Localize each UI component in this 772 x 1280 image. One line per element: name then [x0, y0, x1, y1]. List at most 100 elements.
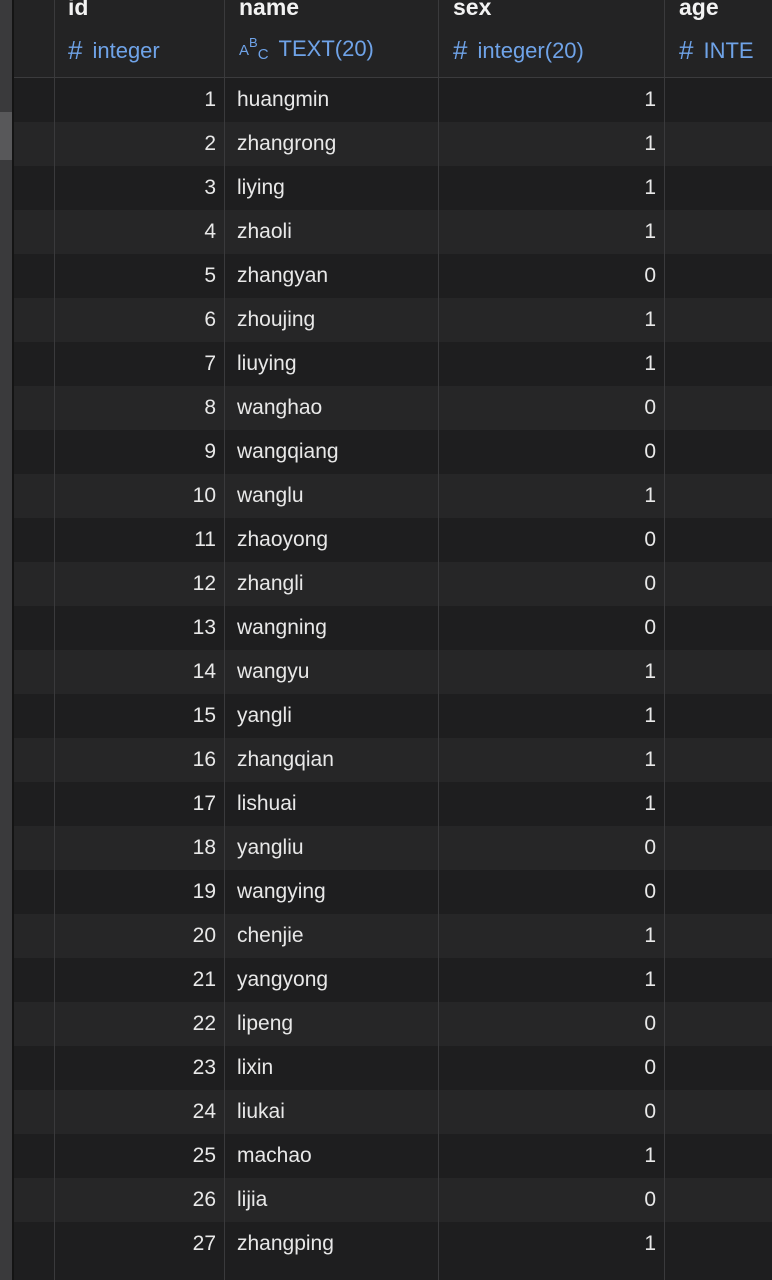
cell-id[interactable]: 18: [55, 826, 216, 870]
cell-age[interactable]: [665, 914, 772, 958]
cell-age[interactable]: [665, 298, 772, 342]
row-gutter[interactable]: [14, 606, 54, 650]
row-gutter[interactable]: [14, 870, 54, 914]
cell-name[interactable]: zhangping: [237, 1222, 436, 1266]
cell-sex[interactable]: 0: [439, 1090, 656, 1134]
cell-age[interactable]: [665, 1178, 772, 1222]
cell-name[interactable]: lishuai: [237, 782, 436, 826]
column-header-name[interactable]: name ABC TEXT(20): [225, 0, 438, 77]
cell-id[interactable]: 10: [55, 474, 216, 518]
cell-age[interactable]: [665, 210, 772, 254]
table-row[interactable]: 16 zhangqian 1: [14, 738, 772, 782]
table-row[interactable]: 25 machao 1: [14, 1134, 772, 1178]
table-row[interactable]: 9 wangqiang 0: [14, 430, 772, 474]
cell-age[interactable]: [665, 650, 772, 694]
cell-age[interactable]: [665, 1090, 772, 1134]
cell-age[interactable]: [665, 1222, 772, 1266]
row-gutter[interactable]: [14, 210, 54, 254]
table-row[interactable]: 10 wanglu 1: [14, 474, 772, 518]
row-gutter[interactable]: [14, 782, 54, 826]
cell-name[interactable]: yangyong: [237, 958, 436, 1002]
cell-sex[interactable]: 1: [439, 122, 656, 166]
cell-age[interactable]: [665, 78, 772, 122]
table-row[interactable]: 8 wanghao 0: [14, 386, 772, 430]
table-row[interactable]: 14 wangyu 1: [14, 650, 772, 694]
cell-age[interactable]: [665, 430, 772, 474]
table-row[interactable]: 19 wangying 0: [14, 870, 772, 914]
cell-sex[interactable]: 1: [439, 78, 656, 122]
table-row[interactable]: 5 zhangyan 0: [14, 254, 772, 298]
row-gutter[interactable]: [14, 430, 54, 474]
column-header-sex[interactable]: sex # integer(20): [439, 0, 664, 77]
cell-age[interactable]: [665, 606, 772, 650]
cell-sex[interactable]: 1: [439, 166, 656, 210]
cell-age[interactable]: [665, 782, 772, 826]
column-header-age[interactable]: age # INTE: [665, 0, 772, 77]
table-row[interactable]: 27 zhangping 1: [14, 1222, 772, 1266]
cell-id[interactable]: 2: [55, 122, 216, 166]
table-row[interactable]: 23 lixin 0: [14, 1046, 772, 1090]
cell-age[interactable]: [665, 694, 772, 738]
cell-sex[interactable]: 0: [439, 562, 656, 606]
cell-id[interactable]: 27: [55, 1222, 216, 1266]
row-gutter[interactable]: [14, 474, 54, 518]
cell-name[interactable]: yangliu: [237, 826, 436, 870]
cell-name[interactable]: zhaoli: [237, 210, 436, 254]
cell-age[interactable]: [665, 870, 772, 914]
cell-age[interactable]: [665, 342, 772, 386]
cell-sex[interactable]: 1: [439, 782, 656, 826]
cell-name[interactable]: chenjie: [237, 914, 436, 958]
cell-sex[interactable]: 0: [439, 1178, 656, 1222]
cell-id[interactable]: 13: [55, 606, 216, 650]
cell-age[interactable]: [665, 166, 772, 210]
row-gutter[interactable]: [14, 1134, 54, 1178]
cell-id[interactable]: 12: [55, 562, 216, 606]
cell-name[interactable]: wanghao: [237, 386, 436, 430]
cell-id[interactable]: 19: [55, 870, 216, 914]
cell-name[interactable]: machao: [237, 1134, 436, 1178]
cell-sex[interactable]: 0: [439, 254, 656, 298]
column-divider[interactable]: [224, 0, 225, 1280]
table-row[interactable]: 3 liying 1: [14, 166, 772, 210]
cell-sex[interactable]: 1: [439, 1222, 656, 1266]
cell-sex[interactable]: 1: [439, 1134, 656, 1178]
cell-sex[interactable]: 1: [439, 914, 656, 958]
cell-sex[interactable]: 0: [439, 606, 656, 650]
row-gutter[interactable]: [14, 342, 54, 386]
table-row[interactable]: 22 lipeng 0: [14, 1002, 772, 1046]
cell-id[interactable]: 8: [55, 386, 216, 430]
cell-age[interactable]: [665, 562, 772, 606]
cell-sex[interactable]: 0: [439, 1046, 656, 1090]
cell-name[interactable]: liying: [237, 166, 436, 210]
cell-id[interactable]: 11: [55, 518, 216, 562]
cell-name[interactable]: zhaoyong: [237, 518, 436, 562]
cell-age[interactable]: [665, 518, 772, 562]
cell-name[interactable]: lipeng: [237, 1002, 436, 1046]
row-gutter[interactable]: [14, 914, 54, 958]
table-row[interactable]: 2 zhangrong 1: [14, 122, 772, 166]
cell-sex[interactable]: 0: [439, 1002, 656, 1046]
cell-name[interactable]: lixin: [237, 1046, 436, 1090]
cell-sex[interactable]: 1: [439, 694, 656, 738]
table-row[interactable]: 17 lishuai 1: [14, 782, 772, 826]
table-row[interactable]: 20 chenjie 1: [14, 914, 772, 958]
cell-name[interactable]: wangying: [237, 870, 436, 914]
cell-name[interactable]: zhangyan: [237, 254, 436, 298]
cell-sex[interactable]: 0: [439, 870, 656, 914]
row-gutter[interactable]: [14, 650, 54, 694]
cell-age[interactable]: [665, 254, 772, 298]
row-gutter[interactable]: [14, 826, 54, 870]
cell-id[interactable]: 6: [55, 298, 216, 342]
cell-name[interactable]: zhangli: [237, 562, 436, 606]
table-row[interactable]: 1 huangmin 1: [14, 78, 772, 122]
cell-id[interactable]: 16: [55, 738, 216, 782]
cell-age[interactable]: [665, 1002, 772, 1046]
cell-name[interactable]: wangyu: [237, 650, 436, 694]
cell-id[interactable]: 25: [55, 1134, 216, 1178]
table-row[interactable]: 12 zhangli 0: [14, 562, 772, 606]
cell-id[interactable]: 23: [55, 1046, 216, 1090]
cell-sex[interactable]: 0: [439, 386, 656, 430]
cell-name[interactable]: wangqiang: [237, 430, 436, 474]
cell-age[interactable]: [665, 958, 772, 1002]
row-gutter[interactable]: [14, 122, 54, 166]
